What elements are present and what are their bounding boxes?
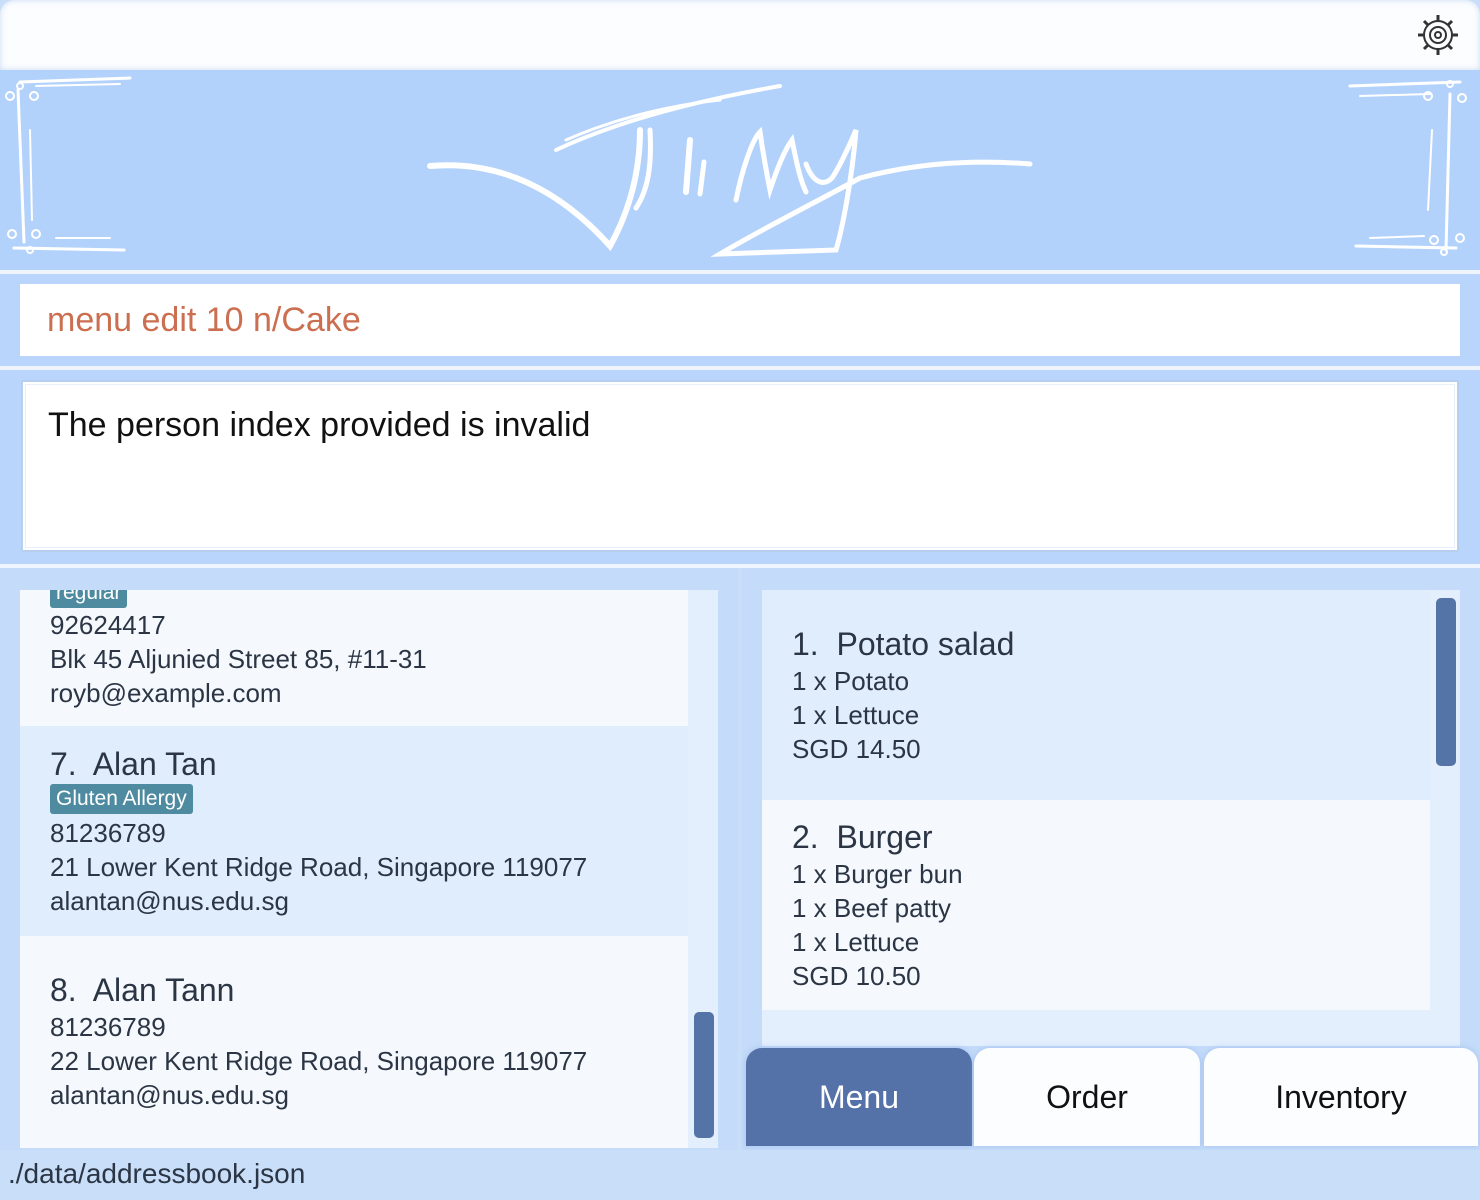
person-index: 7.: [50, 746, 77, 782]
menu-index: 2.: [792, 819, 819, 855]
menu-list-scroll-thumb[interactable]: [1436, 598, 1456, 766]
menu-index-name: 2. Burger: [792, 819, 933, 856]
settings-button[interactable]: [1414, 12, 1462, 58]
result-display[interactable]: The person index provided is invalid: [21, 380, 1459, 552]
person-card[interactable]: 7. Alan Tan Gluten Allergy 81236789 21 L…: [20, 726, 688, 936]
result-message: The person index provided is invalid: [48, 406, 591, 444]
person-index-name: 8. Alan Tann: [50, 972, 234, 1009]
menu-index: 1.: [792, 626, 819, 662]
tab-menu[interactable]: Menu: [746, 1048, 972, 1146]
status-file-path: ./data/addressbook.json: [8, 1158, 306, 1189]
menu-name: Burger: [836, 819, 933, 855]
menu-ingredient: 1 x Potato: [792, 666, 910, 696]
menu-list[interactable]: 1. Potato salad 1 x Potato 1 x Lettuce S…: [762, 590, 1430, 1046]
tab-order[interactable]: Order: [974, 1048, 1200, 1146]
person-name: Alan Tann: [92, 972, 235, 1008]
menu-ingredient: 1 x Lettuce: [792, 927, 920, 957]
menu-ingredient: 1 x Beef patty: [792, 893, 951, 923]
person-email: royb@example.com: [50, 678, 282, 708]
menu-name: Potato salad: [836, 626, 1015, 662]
person-email: alantan@nus.edu.sg: [50, 1080, 289, 1110]
result-area: The person index provided is invalid: [0, 370, 1480, 564]
status-bar: ./data/addressbook.json: [0, 1150, 1480, 1200]
logo-banner: [0, 70, 1480, 270]
menu-ingredient: 1 x Lettuce: [792, 700, 920, 730]
person-card[interactable]: regular 92624417 Blk 45 Aljunied Street …: [20, 590, 688, 726]
person-address: Blk 45 Aljunied Street 85, #11-31: [50, 644, 427, 674]
tab-inventory[interactable]: Inventory: [1204, 1048, 1478, 1146]
menu-price: SGD 14.50: [792, 734, 921, 764]
command-area: [0, 274, 1480, 366]
person-tag: Gluten Allergy: [50, 784, 193, 814]
banner-artwork: [5, 76, 1467, 257]
menu-index-name: 1. Potato salad: [792, 626, 1014, 663]
command-input[interactable]: [20, 284, 1460, 356]
person-tag: regular: [50, 590, 128, 608]
person-email: alantan@nus.edu.sg: [50, 886, 289, 916]
person-phone: 81236789: [50, 818, 166, 848]
person-index-name: 7. Alan Tan: [50, 746, 217, 783]
person-address: 22 Lower Kent Ridge Road, Singapore 1190…: [50, 1046, 588, 1076]
person-list-scroll-thumb[interactable]: [694, 1012, 714, 1138]
title-bar: [0, 0, 1480, 70]
person-phone: 92624417: [50, 610, 166, 640]
menu-price: SGD 10.50: [792, 961, 921, 991]
menu-card[interactable]: 1. Potato salad 1 x Potato 1 x Lettuce S…: [762, 590, 1430, 800]
menu-panel: 1. Potato salad 1 x Potato 1 x Lettuce S…: [742, 568, 1480, 1150]
person-list[interactable]: regular 92624417 Blk 45 Aljunied Street …: [20, 590, 688, 1148]
menu-card[interactable]: 2. Burger 1 x Burger bun 1 x Beef patty …: [762, 800, 1430, 1010]
gear-icon: [1418, 15, 1458, 55]
person-address: 21 Lower Kent Ridge Road, Singapore 1190…: [50, 852, 588, 882]
person-card[interactable]: 8. Alan Tann 81236789 22 Lower Kent Ridg…: [20, 936, 688, 1148]
person-index: 8.: [50, 972, 77, 1008]
person-list-panel: regular 92624417 Blk 45 Aljunied Street …: [0, 568, 738, 1150]
person-phone: 81236789: [50, 1012, 166, 1042]
person-name: Alan Tan: [92, 746, 217, 782]
menu-ingredient: 1 x Burger bun: [792, 859, 963, 889]
